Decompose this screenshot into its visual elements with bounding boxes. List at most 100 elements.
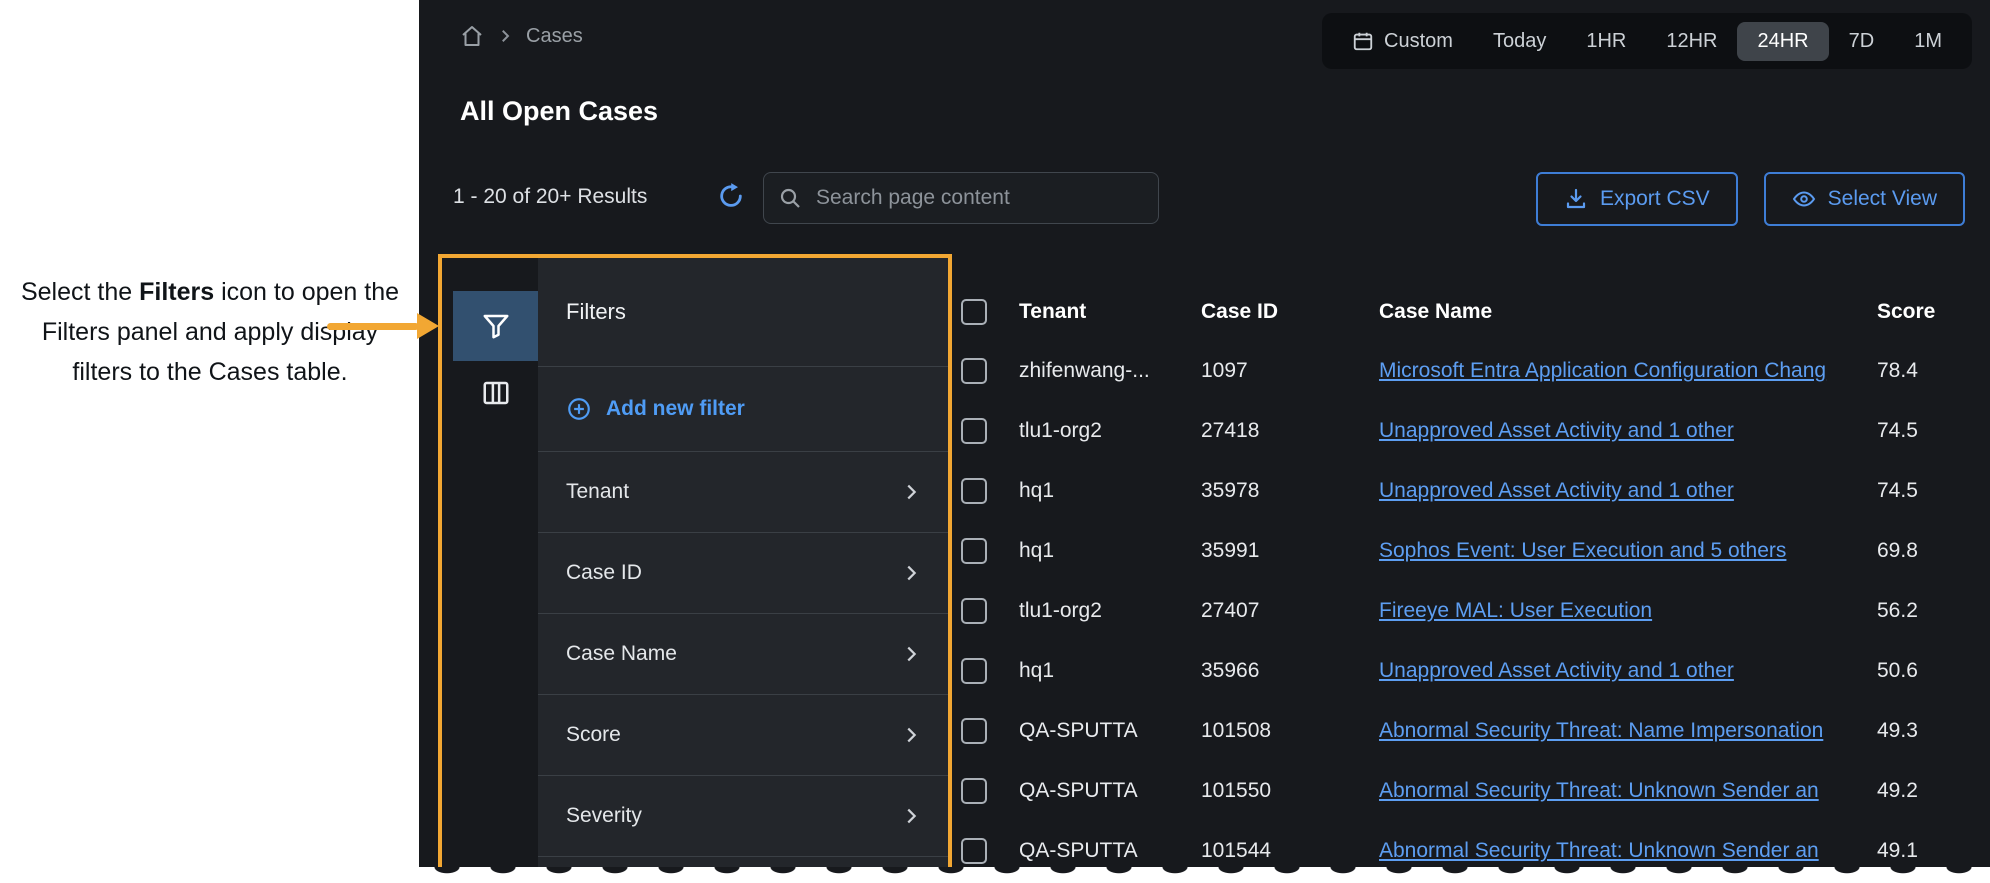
time-range-bar: Custom Today 1HR 12HR 24HR 7D 1M xyxy=(1322,13,1972,69)
column-header-tenant: Tenant xyxy=(1019,300,1201,324)
filters-rail-button[interactable] xyxy=(453,291,538,361)
breadcrumb-item-cases[interactable]: Cases xyxy=(526,25,583,48)
row-checkbox[interactable] xyxy=(961,598,987,624)
column-header-score: Score xyxy=(1871,300,1965,324)
filter-item-score[interactable]: Score xyxy=(538,695,948,776)
filter-item-tenant[interactable]: Tenant xyxy=(538,452,948,533)
row-checkbox[interactable] xyxy=(961,478,987,504)
table-row: QA-SPUTTA 101550 Abnormal Security Threa… xyxy=(959,761,1965,821)
case-name-link[interactable]: Abnormal Security Threat: Unknown Sender… xyxy=(1379,839,1819,862)
export-csv-button[interactable]: Export CSV xyxy=(1536,172,1738,226)
page-title: All Open Cases xyxy=(460,96,658,127)
torn-edge xyxy=(419,867,1990,883)
row-checkbox[interactable] xyxy=(961,418,987,444)
filters-panel: Filters Add new filter Tenant Case ID Ca… xyxy=(538,258,948,883)
filter-item-case-name[interactable]: Case Name xyxy=(538,614,948,695)
row-checkbox[interactable] xyxy=(961,538,987,564)
chevron-right-icon xyxy=(900,724,922,746)
cell-score: 49.1 xyxy=(1871,839,1965,863)
breadcrumb-chevron-icon xyxy=(496,27,514,45)
calendar-icon xyxy=(1352,30,1374,52)
case-name-link[interactable]: Fireeye MAL: User Execution xyxy=(1379,599,1652,622)
cell-tenant: QA-SPUTTA xyxy=(1019,719,1201,743)
cases-table: Tenant Case ID Case Name Score zhifenwan… xyxy=(959,283,1965,881)
column-header-case-id: Case ID xyxy=(1201,300,1379,324)
select-view-button[interactable]: Select View xyxy=(1764,172,1965,226)
refresh-icon[interactable] xyxy=(717,182,745,210)
cell-tenant: zhifenwang-... xyxy=(1019,359,1201,383)
cell-case-id: 35978 xyxy=(1201,479,1379,503)
chevron-right-icon xyxy=(900,481,922,503)
time-option-1hr[interactable]: 1HR xyxy=(1566,22,1646,61)
time-custom-label: Custom xyxy=(1384,30,1453,53)
time-option-1m[interactable]: 1M xyxy=(1894,22,1962,61)
case-name-link[interactable]: Microsoft Entra Application Configuratio… xyxy=(1379,359,1826,382)
chevron-right-icon xyxy=(900,643,922,665)
columns-rail-button[interactable] xyxy=(453,361,538,425)
case-name-link[interactable]: Abnormal Security Threat: Name Impersona… xyxy=(1379,719,1823,742)
annotation-text-before: Select the xyxy=(21,278,139,306)
select-all-checkbox[interactable] xyxy=(961,299,987,325)
annotation-arrow xyxy=(327,313,440,340)
cell-case-id: 35966 xyxy=(1201,659,1379,683)
table-row: tlu1-org2 27407 Fireeye MAL: User Execut… xyxy=(959,581,1965,641)
time-custom-button[interactable]: Custom xyxy=(1332,30,1473,53)
cell-tenant: hq1 xyxy=(1019,539,1201,563)
cell-case-id: 101544 xyxy=(1201,839,1379,863)
table-row: zhifenwang-... 1097 Microsoft Entra Appl… xyxy=(959,341,1965,401)
export-csv-label: Export CSV xyxy=(1600,187,1710,211)
cases-app-window: Cases Custom Today 1HR 12HR 24HR 7D 1M A… xyxy=(419,0,1990,883)
case-name-link[interactable]: Abnormal Security Threat: Unknown Sender… xyxy=(1379,779,1819,802)
table-row: QA-SPUTTA 101508 Abnormal Security Threa… xyxy=(959,701,1965,761)
row-checkbox[interactable] xyxy=(961,778,987,804)
case-name-link[interactable]: Sophos Event: User Execution and 5 other… xyxy=(1379,539,1786,562)
filter-item-label: Tenant xyxy=(566,480,629,504)
row-checkbox[interactable] xyxy=(961,838,987,864)
row-checkbox[interactable] xyxy=(961,358,987,384)
filter-item-label: Score xyxy=(566,723,621,747)
select-view-label: Select View xyxy=(1828,187,1937,211)
row-checkbox[interactable] xyxy=(961,658,987,684)
case-name-link[interactable]: Unapproved Asset Activity and 1 other xyxy=(1379,419,1734,442)
cell-case-id: 101550 xyxy=(1201,779,1379,803)
time-option-12hr[interactable]: 12HR xyxy=(1646,22,1737,61)
filter-item-label: Case Name xyxy=(566,642,677,666)
annotation-text-bold: Filters xyxy=(139,278,214,306)
table-row: hq1 35978 Unapproved Asset Activity and … xyxy=(959,461,1965,521)
cell-tenant: tlu1-org2 xyxy=(1019,599,1201,623)
table-row: tlu1-org2 27418 Unapproved Asset Activit… xyxy=(959,401,1965,461)
case-name-link[interactable]: Unapproved Asset Activity and 1 other xyxy=(1379,659,1734,682)
table-row: hq1 35966 Unapproved Asset Activity and … xyxy=(959,641,1965,701)
time-option-24hr[interactable]: 24HR xyxy=(1737,22,1828,61)
filter-item-severity[interactable]: Severity xyxy=(538,776,948,857)
cell-tenant: hq1 xyxy=(1019,659,1201,683)
add-new-filter-button[interactable]: Add new filter xyxy=(538,367,948,452)
cell-score: 78.4 xyxy=(1871,359,1965,383)
cell-case-id: 101508 xyxy=(1201,719,1379,743)
cell-case-id: 35991 xyxy=(1201,539,1379,563)
chevron-right-icon xyxy=(900,805,922,827)
download-icon xyxy=(1564,187,1588,211)
time-option-today[interactable]: Today xyxy=(1473,22,1566,61)
cell-score: 56.2 xyxy=(1871,599,1965,623)
search-icon xyxy=(778,186,802,210)
time-option-7d[interactable]: 7D xyxy=(1829,22,1895,61)
cell-score: 49.2 xyxy=(1871,779,1965,803)
filters-panel-title: Filters xyxy=(538,258,948,367)
filter-icon xyxy=(481,311,511,341)
search-box[interactable] xyxy=(763,172,1159,224)
add-new-filter-label: Add new filter xyxy=(606,397,745,421)
cell-score: 49.3 xyxy=(1871,719,1965,743)
row-checkbox[interactable] xyxy=(961,718,987,744)
cell-case-id: 27418 xyxy=(1201,419,1379,443)
results-summary: 1 - 20 of 20+ Results xyxy=(453,185,647,209)
search-input[interactable] xyxy=(814,185,1144,211)
filter-item-label: Severity xyxy=(566,804,642,828)
column-header-case-name: Case Name xyxy=(1379,300,1871,324)
filter-item-case-id[interactable]: Case ID xyxy=(538,533,948,614)
case-name-link[interactable]: Unapproved Asset Activity and 1 other xyxy=(1379,479,1734,502)
plus-circle-icon xyxy=(566,396,592,422)
home-icon[interactable] xyxy=(460,24,484,48)
cell-tenant: hq1 xyxy=(1019,479,1201,503)
arrow-head-icon xyxy=(417,313,439,339)
